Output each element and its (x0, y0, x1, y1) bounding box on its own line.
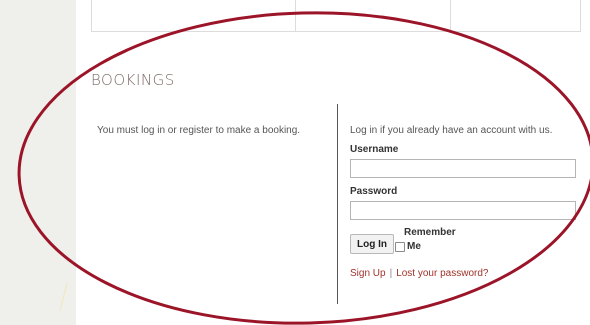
link-separator: | (389, 268, 393, 279)
column-divider (337, 104, 338, 304)
password-input[interactable] (350, 201, 576, 220)
login-panel: Log in if you already have an account wi… (350, 125, 578, 279)
remember-me-label: Me (407, 241, 421, 252)
password-label: Password (350, 186, 398, 197)
table-divider (295, 0, 296, 31)
username-input[interactable] (350, 159, 576, 178)
table-divider (450, 0, 451, 31)
lost-password-link[interactable]: Lost your password? (396, 268, 488, 279)
booking-message: You must log in or register to make a bo… (97, 125, 301, 136)
bookings-heading: BOOKINGS (91, 71, 175, 89)
username-label: Username (350, 144, 399, 155)
login-intro-text: Log in if you already have an account wi… (350, 125, 553, 136)
top-table-fragment (91, 0, 581, 32)
sign-up-link[interactable]: Sign Up (350, 268, 386, 279)
remember-label: Remember (404, 227, 456, 238)
auth-links: Sign Up | Lost your password? (350, 268, 578, 279)
left-sidebar-strip (0, 0, 76, 325)
login-actions: Log In Remember Me (350, 227, 578, 258)
remember-me-checkbox[interactable] (395, 242, 405, 252)
log-in-button[interactable]: Log In (350, 234, 394, 254)
